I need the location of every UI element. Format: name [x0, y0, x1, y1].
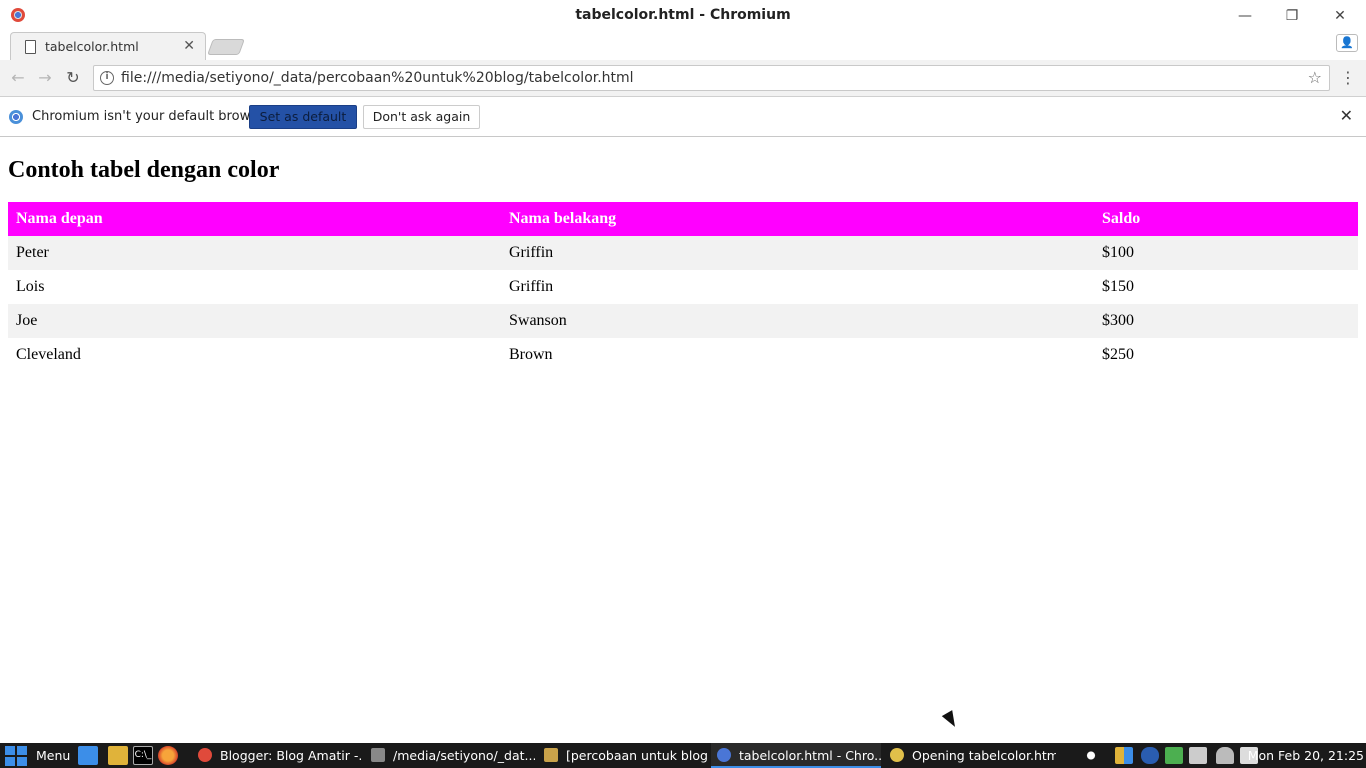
table-row: Joe Swanson $300: [8, 304, 1358, 338]
table-row: Cleveland Brown $250: [8, 338, 1358, 372]
cell-nama-depan: Peter: [8, 236, 501, 270]
cell-saldo: $300: [1094, 304, 1358, 338]
cell-nama-belakang: Griffin: [501, 236, 1094, 270]
taskbar-item-chromium[interactable]: tabelcolor.html - Chro...: [711, 743, 881, 768]
restore-button[interactable]: ❐: [1282, 6, 1302, 26]
cell-nama-depan: Cleveland: [16, 346, 81, 363]
taskbar-item-opening[interactable]: Opening tabelcolor.html: [884, 743, 1056, 768]
cell-saldo: $100: [1094, 236, 1358, 270]
column-header-nama-belakang: Nama belakang: [501, 202, 1094, 236]
taskbar-item-label: tabelcolor.html - Chro...: [739, 748, 881, 763]
bookmark-star-icon[interactable]: ☆: [1308, 68, 1322, 87]
start-menu-icon[interactable]: [5, 746, 29, 766]
minimize-button[interactable]: —: [1235, 6, 1255, 26]
back-button[interactable]: ←: [8, 68, 28, 88]
forward-button[interactable]: →: [35, 68, 55, 88]
cell-saldo: $150: [1102, 278, 1134, 295]
tab-strip: tabelcolor.html ✕ 👤: [0, 32, 1366, 60]
chromium-icon: [9, 110, 23, 124]
volume-muted-icon[interactable]: [1189, 747, 1207, 764]
column-header-saldo: Saldo: [1094, 202, 1358, 236]
taskbar: Menu C:\_ Blogger: Blog Amatir -... /med…: [0, 743, 1366, 768]
window-title: tabelcolor.html - Chromium: [575, 7, 791, 23]
browser-toolbar: ← → ↻ i file:///media/setiyono/_data/per…: [0, 60, 1366, 97]
info-icon[interactable]: i: [100, 71, 114, 85]
dont-ask-again-button[interactable]: Don't ask again: [363, 105, 480, 129]
firefox-launcher-icon[interactable]: [158, 746, 178, 765]
globe-icon: [890, 748, 904, 762]
folder-icon: [544, 748, 558, 762]
cell-nama-belakang: Griffin: [509, 278, 554, 295]
folder-launcher-icon[interactable]: [108, 746, 128, 765]
cell-saldo: $250: [1102, 346, 1134, 363]
taskbar-item-label: Blogger: Blog Amatir -...: [220, 748, 362, 763]
address-bar[interactable]: i file:///media/setiyono/_data/percobaan…: [93, 65, 1330, 91]
saldo-table: Nama depan Nama belakang Saldo Peter Gri…: [8, 202, 1358, 372]
infobar-message: Chromium isn't your default browser.: [32, 109, 274, 124]
set-as-default-button[interactable]: Set as default: [249, 105, 357, 129]
table-row: Peter Griffin $100: [8, 236, 1358, 270]
bluetooth-icon[interactable]: [1141, 747, 1159, 764]
terminal-launcher-icon[interactable]: C:\_: [133, 746, 153, 765]
cell-nama-depan: Lois: [16, 278, 45, 295]
page-heading: Contoh tabel dengan color: [8, 157, 280, 183]
profile-icon[interactable]: 👤: [1336, 34, 1358, 52]
cell-nama-belakang: Swanson: [501, 304, 1094, 338]
cell-nama-depan: Joe: [8, 304, 501, 338]
close-window-button[interactable]: ✕: [1330, 6, 1350, 26]
taskbar-item-label: /media/setiyono/_dat...: [393, 748, 535, 763]
reload-button[interactable]: ↻: [63, 68, 83, 88]
new-tab-button[interactable]: [207, 39, 245, 55]
chromium-icon: [717, 748, 731, 762]
document-icon: [25, 40, 36, 54]
title-bar: tabelcolor.html - Chromium — ❐ ✕: [0, 0, 1366, 32]
file-manager-launcher-icon[interactable]: [78, 746, 98, 765]
start-menu-button[interactable]: Menu: [36, 748, 70, 763]
taskbar-item-folder[interactable]: [percobaan untuk blog]: [538, 743, 708, 768]
tab-title: tabelcolor.html: [45, 39, 139, 54]
cell-nama-belakang: Brown: [509, 346, 553, 363]
page-content: Contoh tabel dengan color Nama depan Nam…: [0, 138, 1366, 743]
taskbar-item-label: Opening tabelcolor.html: [912, 748, 1056, 763]
clock[interactable]: Mon Feb 20, 21:25: [1248, 748, 1364, 763]
terminal-icon: [371, 748, 385, 762]
taskbar-item-label: [percobaan untuk blog]: [566, 748, 708, 763]
wifi-icon[interactable]: [1216, 747, 1234, 764]
table-row: Lois Griffin $150: [8, 270, 1358, 304]
taskbar-item-terminal[interactable]: /media/setiyono/_dat...: [365, 743, 535, 768]
brightness-icon[interactable]: [1082, 747, 1100, 764]
infobar-close-icon[interactable]: ✕: [1340, 106, 1353, 125]
update-manager-icon[interactable]: [1115, 747, 1133, 764]
menu-icon[interactable]: ⋮: [1340, 68, 1356, 87]
tab-close-icon[interactable]: ✕: [183, 38, 195, 54]
column-header-nama-depan: Nama depan: [8, 202, 501, 236]
chromium-icon: [198, 748, 212, 762]
table-header-row: Nama depan Nama belakang Saldo: [8, 202, 1358, 236]
url-text[interactable]: file:///media/setiyono/_data/percobaan%2…: [121, 70, 634, 86]
taskbar-item-blogger[interactable]: Blogger: Blog Amatir -...: [192, 743, 362, 768]
tab-tabelcolor[interactable]: tabelcolor.html ✕: [10, 32, 206, 60]
default-browser-infobar: Chromium isn't your default browser. Set…: [0, 97, 1366, 137]
shield-icon[interactable]: [1165, 747, 1183, 764]
